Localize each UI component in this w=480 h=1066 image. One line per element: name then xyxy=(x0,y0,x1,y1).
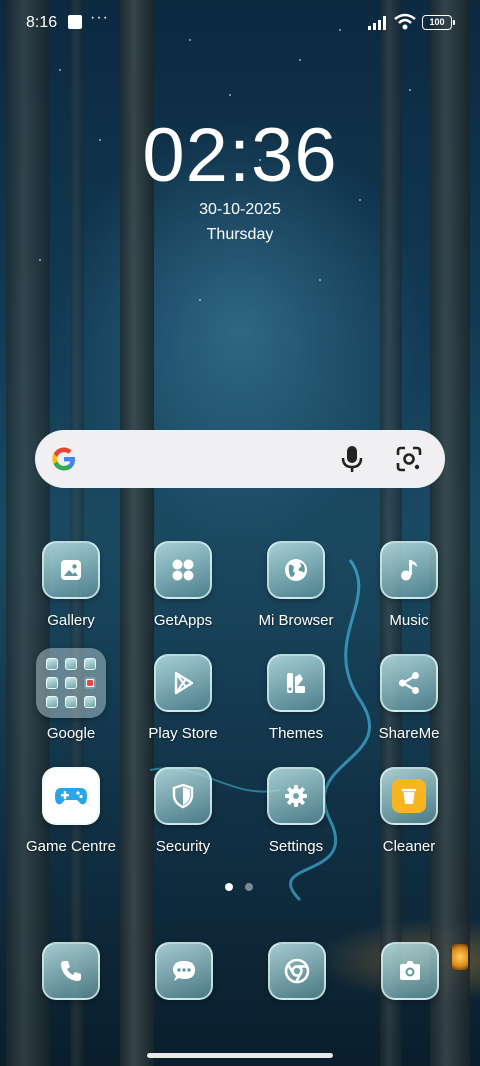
status-time: 8:16 xyxy=(26,14,58,31)
google-search-bar[interactable] xyxy=(35,430,445,488)
app-play-store[interactable]: Play Store xyxy=(126,654,240,742)
lantern-glow xyxy=(452,944,468,970)
page-dot-active[interactable] xyxy=(225,883,233,891)
clock-widget-date: 30-10-2025 xyxy=(199,201,281,218)
app-label: Cleaner xyxy=(382,838,436,855)
folder-app-icon xyxy=(65,677,77,689)
dock-camera[interactable] xyxy=(381,942,439,1000)
trash-icon xyxy=(380,767,438,825)
share-icon xyxy=(380,654,438,712)
gear-icon xyxy=(267,767,325,825)
folder-app-icon xyxy=(84,658,96,670)
clock-widget-time[interactable]: 02:36 xyxy=(0,112,480,199)
themes-icon xyxy=(267,654,325,712)
battery-indicator: 100 xyxy=(422,15,455,30)
voice-search-mic-icon[interactable] xyxy=(339,444,365,474)
youtube-icon xyxy=(84,677,96,689)
folder-app-icon xyxy=(65,658,77,670)
app-label: Google xyxy=(46,725,96,742)
app-themes[interactable]: Themes xyxy=(239,654,353,742)
app-label: Music xyxy=(389,612,429,629)
app-security[interactable]: Security xyxy=(126,767,240,855)
home-gesture-bar[interactable] xyxy=(147,1053,333,1058)
globe-icon xyxy=(267,541,325,599)
google-logo-icon xyxy=(52,447,75,471)
play-store-icon xyxy=(154,654,212,712)
music-note-icon xyxy=(380,541,438,599)
status-bar: 8:16 ··· 100 xyxy=(0,0,480,48)
chat-icon xyxy=(155,942,213,1000)
folder-app-icon xyxy=(46,677,58,689)
app-gallery[interactable]: Gallery xyxy=(14,541,128,629)
page-dot[interactable] xyxy=(245,883,253,891)
getapps-icon xyxy=(154,541,212,599)
phone-icon xyxy=(42,942,100,1000)
app-music[interactable]: Music xyxy=(352,541,466,629)
app-label: ShareMe xyxy=(378,725,440,742)
clock-widget-weekday: Thursday xyxy=(206,226,274,243)
folder-google[interactable]: Google xyxy=(14,648,128,742)
app-label: GetApps xyxy=(153,612,213,629)
app-getapps[interactable]: GetApps xyxy=(126,541,240,629)
app-label: Themes xyxy=(268,725,324,742)
more-notifications-icon: ··· xyxy=(90,9,109,26)
folder-app-icon xyxy=(65,696,77,708)
shield-icon xyxy=(154,767,212,825)
app-label: Game Centre xyxy=(25,838,117,855)
dock-chrome[interactable] xyxy=(268,942,326,1000)
gamepad-icon xyxy=(42,767,100,825)
signal-icon xyxy=(368,16,386,30)
app-label: Mi Browser xyxy=(258,612,334,629)
dock-messaging[interactable] xyxy=(155,942,213,1000)
app-shareme[interactable]: ShareMe xyxy=(352,654,466,742)
app-settings[interactable]: Settings xyxy=(239,767,353,855)
camera-icon xyxy=(381,942,439,1000)
app-label: Security xyxy=(155,838,211,855)
notification-square-icon xyxy=(68,15,82,29)
app-label: Settings xyxy=(268,838,324,855)
app-cleaner[interactable]: Cleaner xyxy=(352,767,466,855)
app-label: Gallery xyxy=(47,612,95,629)
wifi-icon xyxy=(394,13,416,30)
google-lens-icon[interactable] xyxy=(395,445,423,473)
folder-app-icon xyxy=(46,696,58,708)
chrome-icon xyxy=(268,942,326,1000)
page-indicator xyxy=(225,883,257,893)
folder-icon xyxy=(36,648,106,718)
app-mi-browser[interactable]: Mi Browser xyxy=(239,541,353,629)
folder-app-icon xyxy=(46,658,58,670)
gallery-icon xyxy=(42,541,100,599)
dock-phone[interactable] xyxy=(42,942,100,1000)
app-label: Play Store xyxy=(148,725,218,742)
app-game-centre[interactable]: Game Centre xyxy=(14,767,128,855)
folder-app-icon xyxy=(84,696,96,708)
